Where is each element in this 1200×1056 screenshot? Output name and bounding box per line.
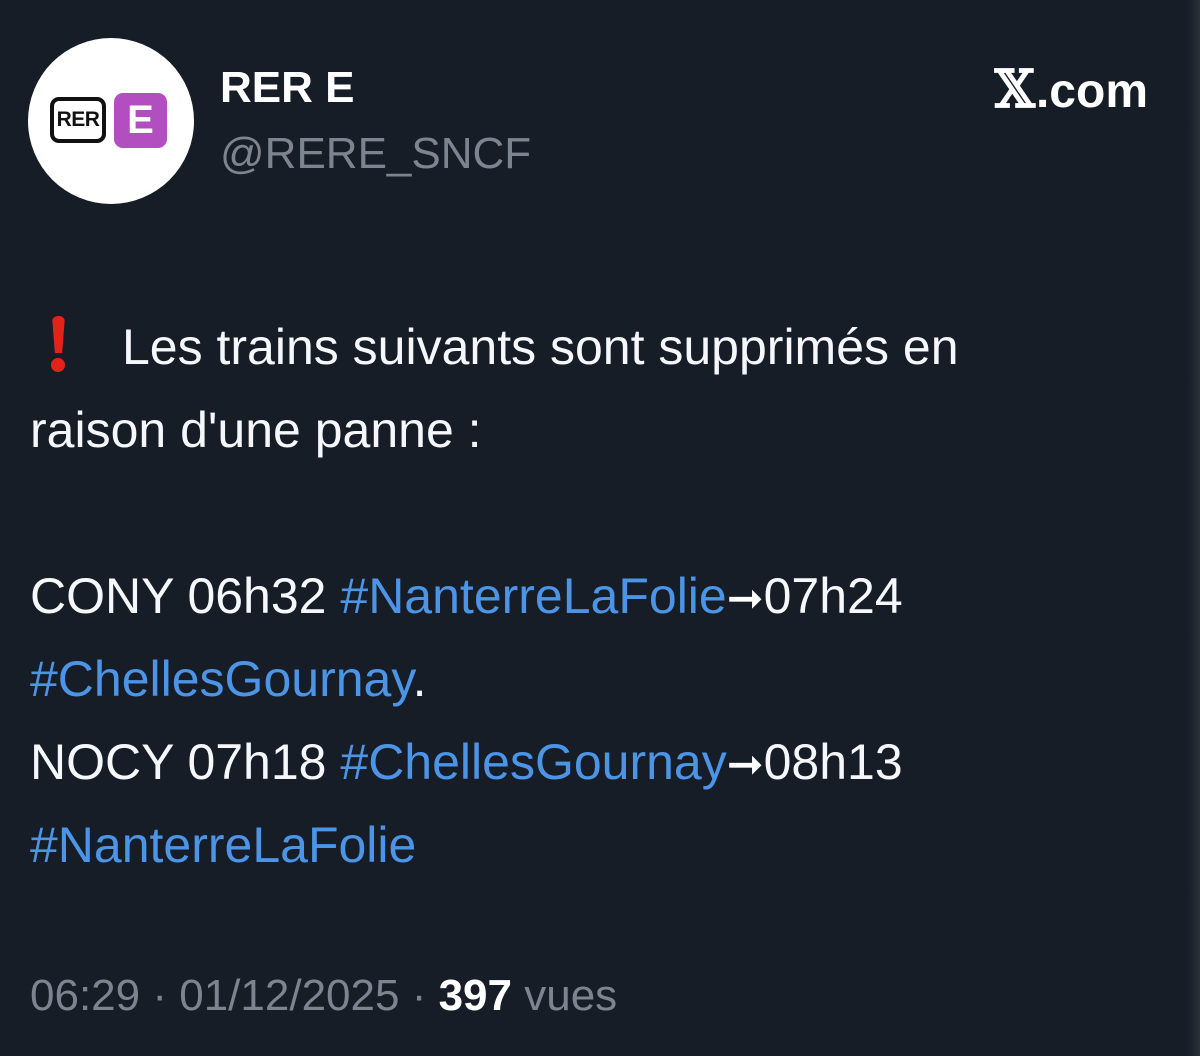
tweet-time[interactable]: 06:29 <box>30 971 140 1020</box>
line-e-badge: E <box>114 93 167 148</box>
train-2-code-time: NOCY 07h18 <box>30 734 327 790</box>
train-1-line-1: CONY 06h32 #NanterreLaFolie➞07h24 <box>30 555 1170 638</box>
tweet-intro-line-2: raison d'une panne : <box>30 402 482 458</box>
author-display-name[interactable]: RER E <box>220 62 354 114</box>
train-1-arrival: 07h24 <box>763 568 903 624</box>
rer-badge: RER <box>50 97 106 143</box>
tweet-card: RER E RER E @RERE_SNCF 𝕏 .com Les trains … <box>0 0 1200 1056</box>
hashtag-link[interactable]: #ChellesGournay <box>340 734 726 790</box>
hashtag-link[interactable]: #ChellesGournay <box>30 651 413 707</box>
train-2-line-1: NOCY 07h18 #ChellesGournay➞08h13 <box>30 721 1170 804</box>
platform-domain: .com <box>1035 65 1148 118</box>
train-1-suffix: . <box>412 651 427 707</box>
hashtag-link[interactable]: #NanterreLaFolie <box>30 817 416 873</box>
train-2-arrival: 08h13 <box>763 734 903 790</box>
hashtag-link[interactable]: #NanterreLaFolie <box>340 568 726 624</box>
author-handle[interactable]: @RERE_SNCF <box>220 128 531 180</box>
views-label: vues <box>524 971 618 1020</box>
x-logo-icon: 𝕏 <box>994 59 1035 120</box>
meta-separator: · <box>152 971 167 1020</box>
avatar[interactable]: RER E <box>28 38 194 204</box>
train-1-line-2: #ChellesGournay. <box>30 638 1170 721</box>
intro-text-1: Les trains suivants sont supprimés en <box>122 319 959 375</box>
meta-separator: · <box>411 971 427 1020</box>
train-2-line-2: #NanterreLaFolie <box>30 804 1170 887</box>
tweet-intro-line-1: Les trains suivants sont supprimés en <box>30 306 1170 389</box>
views-count: 397 <box>438 971 512 1020</box>
train-1-code-time: CONY 06h32 <box>30 568 327 624</box>
tweet-text: Les trains suivants sont supprimés en ra… <box>30 306 1170 887</box>
right-edge-scrollbar <box>1186 0 1200 1056</box>
platform-watermark: 𝕏 .com <box>995 62 1148 120</box>
red-exclamation-icon <box>48 316 68 372</box>
tweet-date[interactable]: 01/12/2025 <box>179 971 399 1020</box>
arrow-icon: ➞ <box>726 573 764 624</box>
tweet-meta: 06:29 · 01/12/2025 · 397 vues <box>30 968 617 1024</box>
arrow-icon: ➞ <box>726 739 764 790</box>
